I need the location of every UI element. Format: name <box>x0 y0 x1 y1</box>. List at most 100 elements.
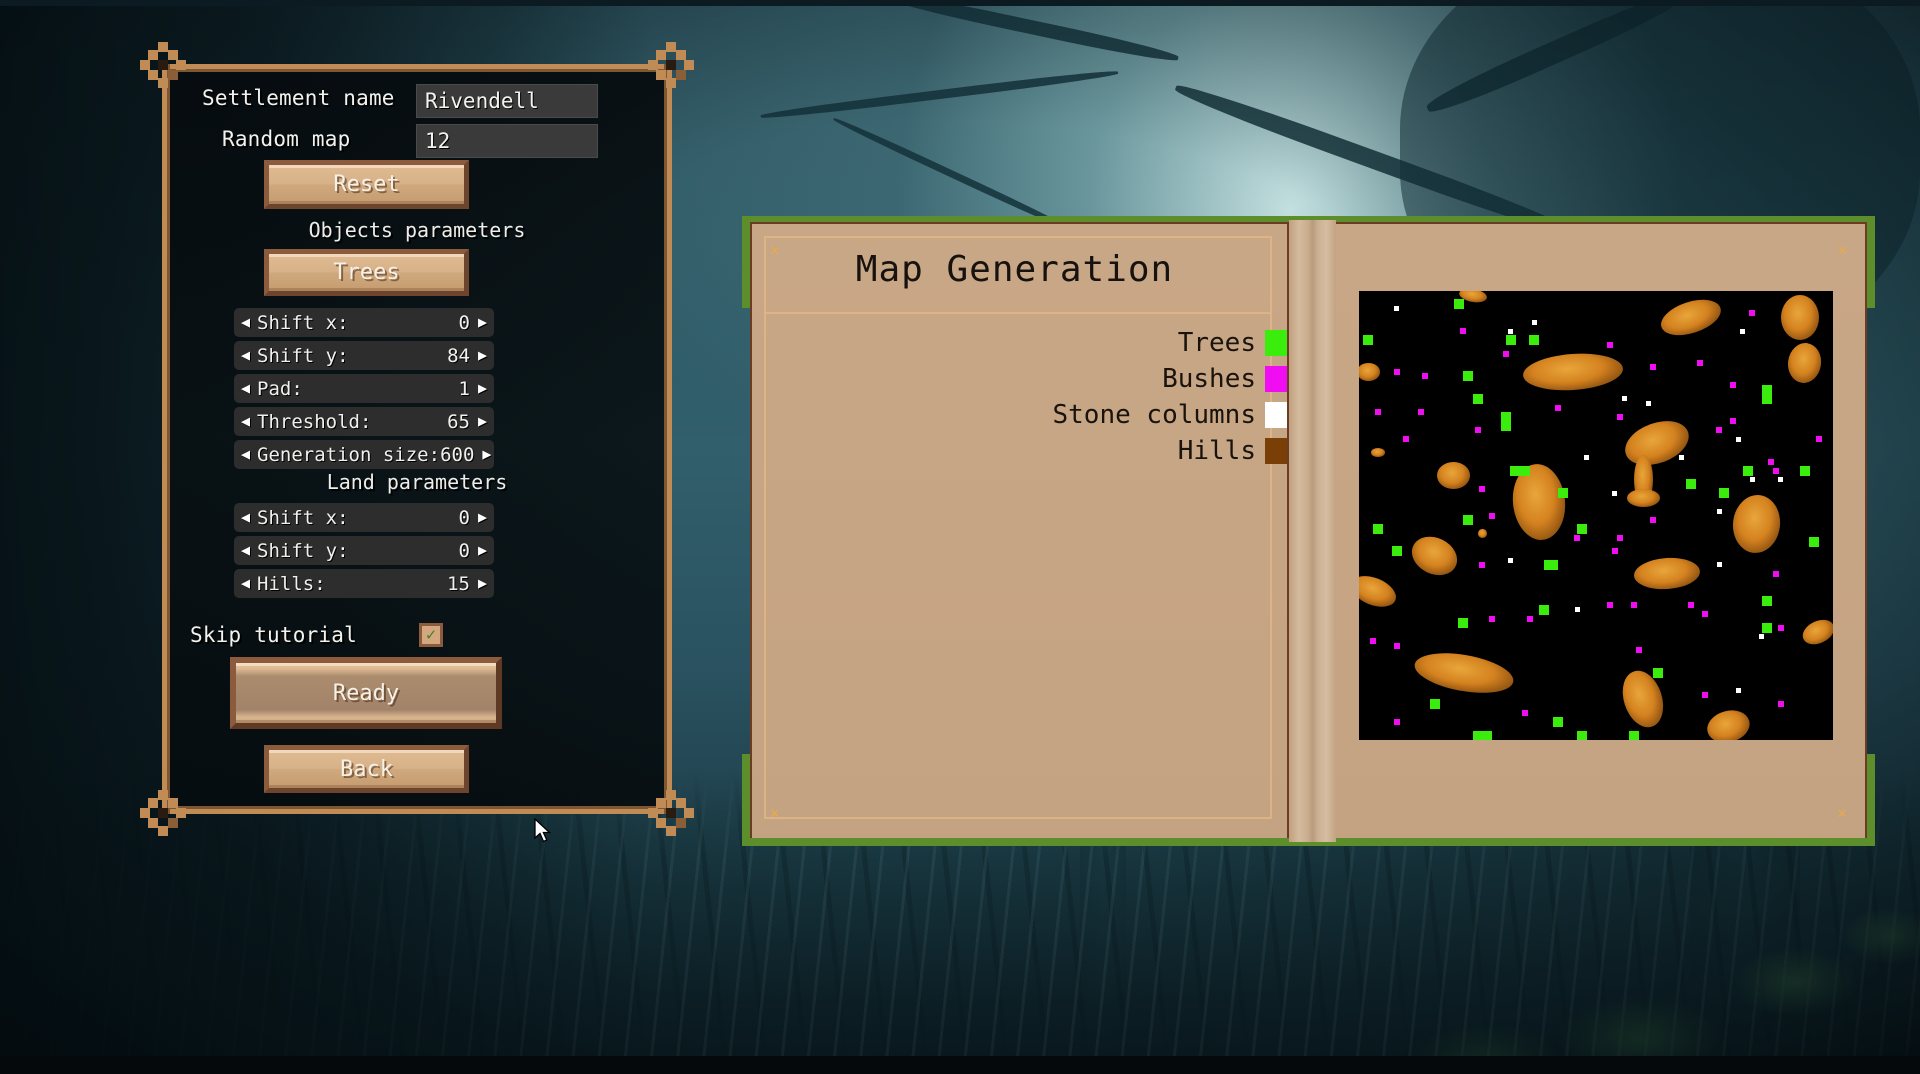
skip-tutorial-checkbox[interactable]: ✓ <box>419 623 443 647</box>
param-value: 600 <box>440 443 475 466</box>
legend-row-bushes: Bushes <box>742 364 1287 394</box>
map-bush-marker <box>1716 427 1723 434</box>
legend-swatch-stone-columns <box>1265 402 1287 428</box>
settlement-name-input[interactable]: Rivendell <box>416 84 598 118</box>
book-corner-x-bottom-left: ✕ <box>770 803 780 822</box>
increase-arrow-icon[interactable]: ▶ <box>478 348 487 363</box>
param-value: 15 <box>447 572 470 595</box>
map-bush-marker <box>1773 467 1780 474</box>
decrease-arrow-icon[interactable]: ◀ <box>241 447 250 462</box>
param-land-hills[interactable]: ◀ Hills: 15 ▶ <box>234 569 494 598</box>
random-map-label: Random map <box>222 127 351 151</box>
map-bush-marker <box>1730 382 1737 389</box>
map-stone-marker <box>1574 607 1580 613</box>
increase-arrow-icon[interactable]: ▶ <box>478 510 487 525</box>
map-bush-marker <box>1616 534 1623 541</box>
legend-swatch-trees <box>1265 330 1287 356</box>
legend-row-trees: Trees <box>742 328 1287 358</box>
decrease-arrow-icon[interactable]: ◀ <box>241 381 250 396</box>
increase-arrow-icon[interactable]: ▶ <box>478 543 487 558</box>
map-bush-marker <box>1777 624 1784 631</box>
book-corner-x-bottom-right: ✕ <box>1837 803 1847 822</box>
frame-left-shadow <box>167 64 170 814</box>
map-hill-blob <box>1477 528 1487 538</box>
increase-arrow-icon[interactable]: ▶ <box>478 315 487 330</box>
frame-right-shadow <box>664 64 667 814</box>
param-label: Shift y: <box>257 539 349 562</box>
back-button[interactable]: Back <box>264 745 469 793</box>
book-spine <box>1289 220 1336 842</box>
legend-label: Stone columns <box>1052 400 1257 430</box>
map-hill-blob <box>1370 448 1386 458</box>
ready-button[interactable]: Ready <box>230 657 502 729</box>
param-value: 0 <box>458 311 470 334</box>
param-objects-shift-y[interactable]: ◀ Shift y: 84 ▶ <box>234 341 494 370</box>
frame-bottom-line <box>162 809 672 814</box>
map-tree-marker <box>1761 393 1772 404</box>
map-tree-marker <box>1761 595 1772 606</box>
map-bush-marker <box>1370 638 1377 645</box>
increase-arrow-icon[interactable]: ▶ <box>478 576 487 591</box>
skip-tutorial-label: Skip tutorial <box>190 623 357 647</box>
map-tree-marker <box>1472 393 1483 404</box>
param-value: 84 <box>447 344 470 367</box>
decrease-arrow-icon[interactable]: ◀ <box>241 576 250 591</box>
param-objects-shift-x[interactable]: ◀ Shift x: 0 ▶ <box>234 308 494 337</box>
map-tree-marker <box>1553 717 1564 728</box>
map-stone-marker <box>1759 634 1765 640</box>
reset-button[interactable]: Reset <box>264 160 469 209</box>
decrease-arrow-icon[interactable]: ◀ <box>241 315 250 330</box>
param-objects-pad[interactable]: ◀ Pad: 1 ▶ <box>234 374 494 403</box>
map-tree-marker <box>1761 622 1772 633</box>
legend-label: Trees <box>1177 328 1256 358</box>
random-map-input[interactable]: 12 <box>416 124 598 158</box>
map-tree-marker <box>1557 488 1568 499</box>
map-bush-marker <box>1521 710 1528 717</box>
background-top-band <box>0 0 1920 6</box>
map-bush-marker <box>1374 409 1381 416</box>
map-bush-marker <box>1649 364 1656 371</box>
map-stone-marker <box>1645 400 1651 406</box>
map-bush-marker <box>1474 427 1481 434</box>
trees-button[interactable]: Trees <box>264 249 469 296</box>
map-stone-marker <box>1584 454 1590 460</box>
book-title: Map Generation <box>855 249 1174 290</box>
map-hill-blob <box>1619 413 1696 474</box>
param-label: Hills: <box>257 572 326 595</box>
checkmark-icon: ✓ <box>425 625 437 645</box>
map-preview[interactable] <box>1359 291 1833 740</box>
map-bush-marker <box>1422 373 1429 380</box>
legend-label: Bushes <box>1162 364 1256 394</box>
increase-arrow-icon[interactable]: ▶ <box>478 381 487 396</box>
map-stone-marker <box>1531 319 1537 325</box>
map-hill-blob <box>1799 615 1833 650</box>
map-hill-blob <box>1785 340 1824 386</box>
param-label: Generation size: <box>257 443 441 466</box>
map-hill-blob <box>1359 362 1381 381</box>
decrease-arrow-icon[interactable]: ◀ <box>241 510 250 525</box>
map-tree-marker <box>1363 335 1374 346</box>
map-tree-marker <box>1809 537 1820 548</box>
map-hill-blob <box>1405 529 1464 583</box>
map-hill-blob <box>1411 646 1516 699</box>
param-objects-generation-size[interactable]: ◀ Generation size: 600 ▶ <box>234 440 494 469</box>
param-land-shift-y[interactable]: ◀ Shift y: 0 ▶ <box>234 536 494 565</box>
param-value: 0 <box>458 539 470 562</box>
param-land-shift-x[interactable]: ◀ Shift x: 0 ▶ <box>234 503 494 532</box>
ornament-corner-top-left <box>140 42 186 88</box>
settlement-name-label: Settlement name <box>202 86 395 110</box>
param-objects-threshold[interactable]: ◀ Threshold: 65 ▶ <box>234 407 494 436</box>
param-value: 0 <box>458 506 470 529</box>
legend-row-stone-columns: Stone columns <box>742 400 1287 430</box>
increase-arrow-icon[interactable]: ▶ <box>482 447 491 462</box>
increase-arrow-icon[interactable]: ▶ <box>478 414 487 429</box>
map-stone-marker <box>1716 562 1722 568</box>
map-tree-marker <box>1799 465 1810 476</box>
book-corner-x-top-right: ✕ <box>1837 240 1847 259</box>
decrease-arrow-icon[interactable]: ◀ <box>241 348 250 363</box>
decrease-arrow-icon[interactable]: ◀ <box>241 414 250 429</box>
decrease-arrow-icon[interactable]: ◀ <box>241 543 250 558</box>
map-bush-marker <box>1607 341 1614 348</box>
map-bush-marker <box>1702 611 1709 618</box>
map-hill-blob <box>1656 293 1725 343</box>
